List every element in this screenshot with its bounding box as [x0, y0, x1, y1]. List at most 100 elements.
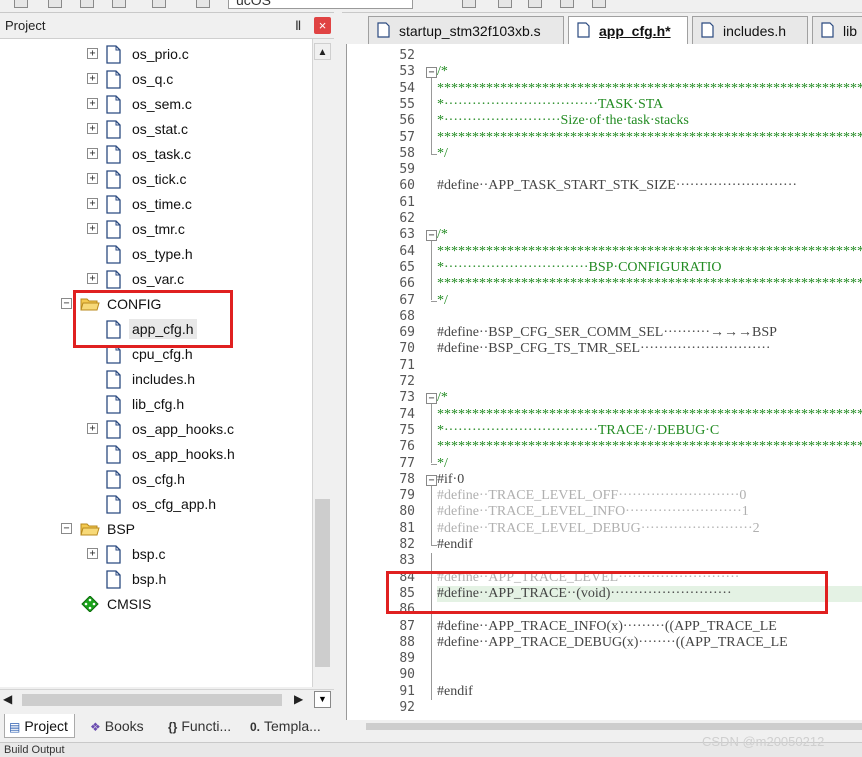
code-line[interactable]: #endif [437, 684, 862, 700]
code-line[interactable] [437, 211, 862, 227]
fold-collapse-icon[interactable]: − [426, 67, 437, 79]
tree-file-row[interactable]: + os_prio.c [0, 42, 312, 67]
code-line[interactable] [437, 195, 862, 211]
tab-books[interactable]: ❖ Books [90, 714, 144, 738]
toolbar-button-icon[interactable] [112, 0, 126, 8]
code-editor[interactable]: 52 53 54 55 56 57 58 59 60 61 62 63 64 65 66 67 68 69 70 71… [346, 44, 862, 720]
code-line[interactable]: #define··BSP_CFG_TS_TMR_SEL·············… [437, 341, 862, 357]
toolbar-button-icon[interactable] [498, 0, 512, 8]
toolbar-button-icon[interactable] [560, 0, 574, 8]
expand-icon[interactable]: + [87, 423, 98, 434]
code-line[interactable]: */ [437, 456, 862, 472]
scroll-down-arrow-icon[interactable]: ▼ [314, 691, 331, 708]
code-line[interactable]: #if·0 [437, 472, 862, 488]
horizontal-scroll-thumb[interactable] [22, 694, 282, 706]
editor-scroll-thumb[interactable] [366, 723, 862, 730]
tree-file-row[interactable]: includes.h [0, 367, 312, 392]
tree-file-row[interactable]: os_app_hooks.h [0, 442, 312, 467]
code-line[interactable]: *·························Size·of·the·ta… [437, 113, 862, 129]
pin-icon[interactable]: Ⅱ [295, 18, 301, 34]
tree-file-row[interactable]: + os_task.c [0, 142, 312, 167]
code-line[interactable]: */ [437, 146, 862, 162]
tree-folder-row[interactable]: − BSP [0, 517, 312, 542]
code-line[interactable]: #define··APP_TRACE_INFO(x)·········((APP… [437, 619, 862, 635]
code-line[interactable]: ****************************************… [437, 276, 862, 292]
code-line[interactable]: *·································TRACE·… [437, 423, 862, 439]
code-line[interactable] [437, 553, 862, 569]
scroll-right-arrow-icon[interactable]: ▶ [294, 692, 303, 706]
expand-icon[interactable]: + [87, 198, 98, 209]
code-line[interactable]: #define··BSP_CFG_SER_COMM_SEL··········→… [437, 325, 862, 341]
code-line[interactable]: /* [437, 64, 862, 80]
tree-file-row[interactable]: + os_stat.c [0, 117, 312, 142]
code-line[interactable] [437, 358, 862, 374]
code-line[interactable]: #define··APP_TASK_START_STK_SIZE········… [437, 178, 862, 194]
tab-lib[interactable]: lib [812, 16, 862, 44]
tree-file-row[interactable]: bsp.h [0, 567, 312, 592]
close-panel-button[interactable]: × [314, 17, 331, 34]
tree-file-row[interactable]: os_cfg.h [0, 467, 312, 492]
toolbar-button-icon[interactable] [80, 0, 94, 8]
scroll-thumb[interactable] [315, 499, 330, 667]
tab-project[interactable]: ▤ Project [4, 714, 75, 738]
code-line[interactable] [437, 309, 862, 325]
code-line[interactable]: *·······························BSP·CONF… [437, 260, 862, 276]
tree-vertical-scrollbar[interactable]: ▲ [312, 39, 332, 687]
tab-functions[interactable]: {} Functi... [168, 714, 231, 738]
code-line[interactable]: ****************************************… [437, 244, 862, 260]
toolbar-button-icon[interactable] [196, 0, 210, 8]
tab-app-cfg[interactable]: app_cfg.h* [568, 16, 688, 44]
tree-horizontal-scrollbar[interactable]: ◀ ▶ ▼ [0, 689, 334, 710]
tab-includes[interactable]: includes.h [692, 16, 808, 44]
code-line[interactable] [437, 162, 862, 178]
toolbar-button-icon[interactable] [462, 0, 476, 8]
toolbar-button-icon[interactable] [14, 0, 28, 8]
code-line[interactable]: #endif [437, 537, 862, 553]
tree-file-row[interactable]: + os_sem.c [0, 92, 312, 117]
tree-file-row[interactable]: + bsp.c [0, 542, 312, 567]
expand-icon[interactable]: + [87, 548, 98, 559]
expand-icon[interactable]: + [87, 148, 98, 159]
tree-file-row[interactable]: os_type.h [0, 242, 312, 267]
code-line[interactable]: #define··TRACE_LEVEL_INFO···············… [437, 504, 862, 520]
code-line[interactable] [437, 48, 862, 64]
code-line[interactable]: #define··TRACE_LEVEL_OFF················… [437, 488, 862, 504]
tree-file-row[interactable]: CMSIS [0, 592, 312, 617]
toolbar-button-icon[interactable] [528, 0, 542, 8]
tree-file-row[interactable]: + os_app_hooks.c [0, 417, 312, 442]
fold-collapse-icon[interactable]: − [426, 230, 437, 242]
tree-file-row[interactable]: + os_tick.c [0, 167, 312, 192]
tree-file-row[interactable]: + os_q.c [0, 67, 312, 92]
panel-splitter[interactable] [334, 12, 342, 742]
code-line[interactable] [437, 700, 862, 716]
scroll-up-arrow-icon[interactable]: ▲ [314, 43, 331, 60]
code-line[interactable]: ****************************************… [437, 407, 862, 423]
expand-icon[interactable]: + [87, 223, 98, 234]
code-line[interactable] [437, 667, 862, 683]
code-line[interactable]: */ [437, 293, 862, 309]
scroll-left-arrow-icon[interactable]: ◀ [3, 692, 12, 706]
expand-icon[interactable]: + [87, 273, 98, 284]
tree-file-row[interactable]: + os_time.c [0, 192, 312, 217]
expand-icon[interactable]: + [87, 123, 98, 134]
expand-icon[interactable]: + [87, 98, 98, 109]
tree-file-row[interactable]: lib_cfg.h [0, 392, 312, 417]
code-line[interactable]: ****************************************… [437, 81, 862, 97]
editor-horizontal-scrollbar[interactable] [346, 720, 862, 732]
expand-icon[interactable]: + [87, 73, 98, 84]
code-line[interactable]: ****************************************… [437, 439, 862, 455]
tree-file-row[interactable]: + os_tmr.c [0, 217, 312, 242]
fold-collapse-icon[interactable]: − [426, 474, 437, 486]
code-line[interactable] [437, 374, 862, 390]
expand-icon[interactable]: + [87, 173, 98, 184]
tab-startup-stm32f103xb[interactable]: startup_stm32f103xb.s [368, 16, 564, 44]
code-line[interactable] [437, 651, 862, 667]
code-line[interactable]: /* [437, 390, 862, 406]
code-line[interactable]: #define··TRACE_LEVEL_DEBUG··············… [437, 521, 862, 537]
code-line[interactable]: /* [437, 227, 862, 243]
code-line[interactable]: ****************************************… [437, 130, 862, 146]
code-line[interactable]: #define··APP_TRACE_DEBUG(x)········((APP… [437, 635, 862, 651]
toolbar-button-icon[interactable] [152, 0, 166, 8]
fold-collapse-icon[interactable]: − [426, 393, 437, 405]
collapse-icon[interactable]: − [61, 298, 72, 309]
